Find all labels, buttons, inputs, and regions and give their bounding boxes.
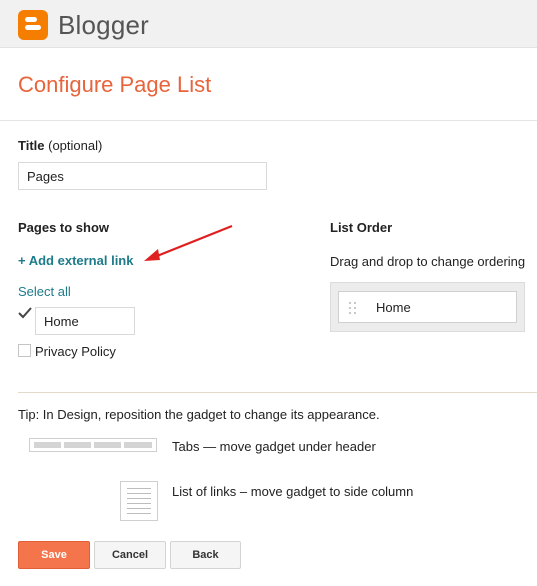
- tabs-layout-icon: [29, 438, 157, 452]
- cancel-button[interactable]: Cancel: [94, 541, 166, 569]
- title-input[interactable]: [18, 162, 267, 190]
- tabs-tip-label: Tabs — move gadget under header: [172, 439, 376, 454]
- drag-handle-icon[interactable]: [347, 301, 361, 315]
- page-title: Configure Page List: [18, 72, 212, 97]
- list-order-item-label: Home: [376, 300, 411, 315]
- list-tip-label: List of links – move gadget to side colu…: [172, 484, 414, 499]
- tip-text: Tip: In Design, reposition the gadget to…: [18, 407, 380, 422]
- list-order-heading: List Order: [330, 220, 393, 235]
- pages-to-show-heading: Pages to show: [18, 220, 110, 235]
- top-bar: Blogger: [0, 0, 537, 48]
- title-optional-text: (optional): [48, 138, 103, 153]
- brand-name[interactable]: Blogger: [58, 10, 149, 41]
- divider: [0, 120, 537, 121]
- list-layout-icon: [120, 481, 158, 521]
- title-label-text: Title: [18, 138, 45, 153]
- home-page-title-input[interactable]: [35, 307, 135, 335]
- divider: [18, 392, 537, 393]
- list-order-help: Drag and drop to change ordering: [330, 254, 526, 269]
- annotation-arrow-icon: [144, 224, 233, 261]
- list-order-container: Home: [330, 282, 525, 332]
- privacy-policy-label[interactable]: Privacy Policy: [35, 344, 116, 359]
- blogger-logo-icon[interactable]: [18, 10, 48, 40]
- select-all-link[interactable]: Select all: [18, 284, 71, 299]
- back-button[interactable]: Back: [170, 541, 241, 569]
- privacy-policy-checkbox[interactable]: [18, 344, 31, 357]
- add-external-link[interactable]: + Add external link: [18, 253, 133, 268]
- list-order-item[interactable]: Home: [338, 291, 517, 323]
- title-label: Title (optional): [18, 138, 102, 153]
- home-checkbox-checked-icon[interactable]: [18, 306, 32, 320]
- save-button[interactable]: Save: [18, 541, 90, 569]
